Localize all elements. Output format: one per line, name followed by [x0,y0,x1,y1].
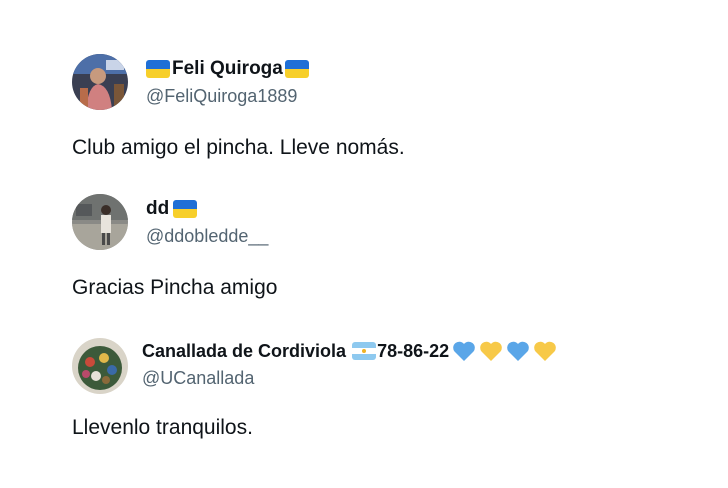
display-name[interactable]: Canallada de Cordiviola [142,341,346,362]
user-handle[interactable]: @FeliQuiroga1889 [146,86,297,107]
argentina-flag-icon [352,342,377,360]
avatar[interactable] [72,338,128,394]
display-name-row[interactable]: Canallada de Cordiviola 78-86-22 [142,340,557,362]
blue-heart-icon [452,340,476,362]
tweet-card[interactable]: Canallada de Cordiviola 78-86-22 @UCanal… [0,310,728,460]
display-name[interactable]: dd [146,198,169,220]
avatar[interactable] [72,194,128,250]
ukraine-flag-icon [284,60,309,78]
display-name-row[interactable]: dd [146,198,198,220]
display-name-row[interactable]: Feli Quiroga [146,58,309,80]
user-handle[interactable]: @ddobledde__ [146,226,268,247]
blue-heart-icon [506,340,530,362]
ukraine-flag-icon [173,200,198,218]
tweet-card[interactable]: dd @ddobledde__ Gracias Pincha amigo [0,170,728,310]
tweet-card[interactable]: Feli Quiroga @FeliQuiroga1889 Club amigo… [0,0,728,170]
tweet-text: Gracias Pincha amigo [72,276,278,299]
tweet-text: Llevenlo tranquilos. [72,416,253,439]
user-handle[interactable]: @UCanallada [142,368,254,389]
display-name-suffix[interactable]: 78-86-22 [377,341,449,362]
avatar[interactable] [72,54,128,110]
ukraine-flag-icon [146,60,170,78]
display-name[interactable]: Feli Quiroga [172,58,283,80]
tweet-text: Club amigo el pincha. Lleve nomás. [72,136,405,159]
yellow-heart-icon [479,340,503,362]
yellow-heart-icon [533,340,557,362]
